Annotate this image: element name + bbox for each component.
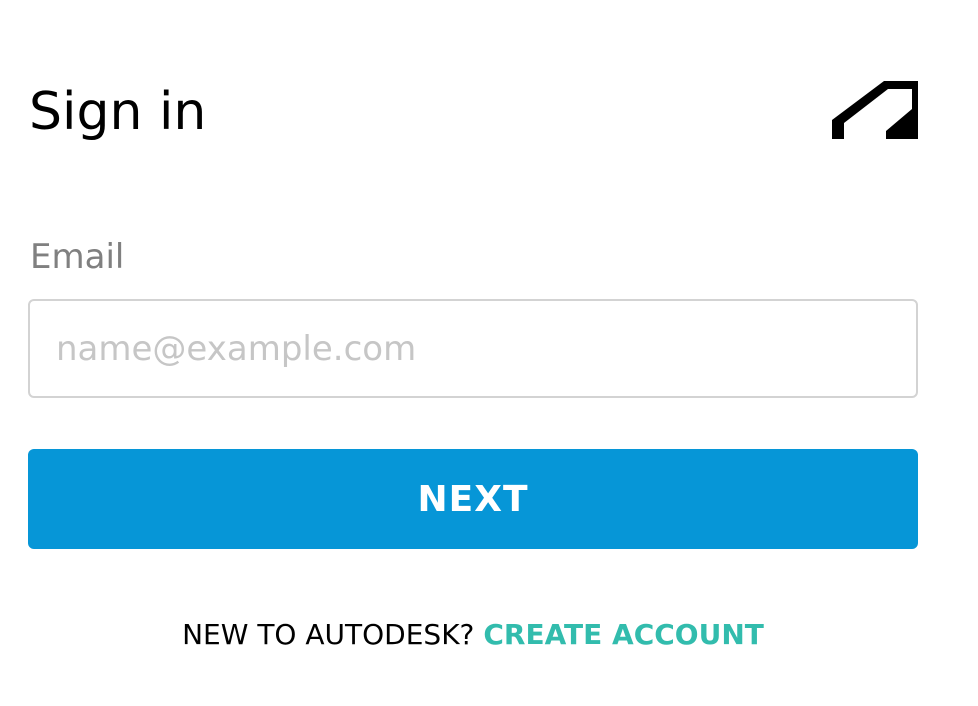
create-account-prompt: NEW TO AUTODESK? CREATE ACCOUNT	[0, 612, 946, 658]
next-button[interactable]: NEXT	[28, 449, 918, 549]
new-to-autodesk-text: NEW TO AUTODESK?	[182, 618, 475, 651]
create-account-link[interactable]: CREATE ACCOUNT	[483, 618, 764, 651]
autodesk-logo-icon	[832, 81, 918, 139]
page-title: Sign in	[29, 82, 207, 142]
email-label: Email	[30, 237, 125, 277]
sign-in-page: Sign in Email NEXT NEW TO AUTODESK? CREA…	[0, 0, 978, 706]
email-input[interactable]	[28, 299, 918, 398]
